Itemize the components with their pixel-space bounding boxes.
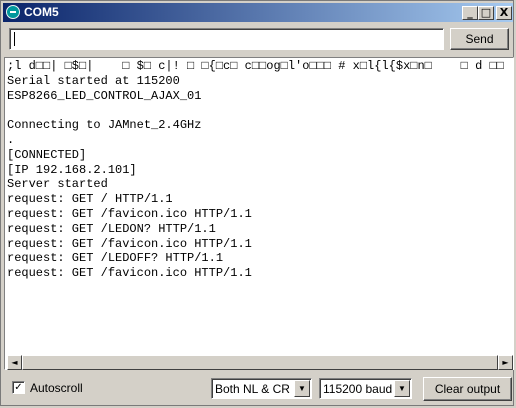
send-button[interactable]: Send (450, 28, 509, 50)
minimize-button[interactable]: _ (462, 6, 478, 20)
line-ending-value: Both NL & CR (215, 382, 290, 396)
output-line: request: GET /favicon.ico HTTP/1.1 (7, 206, 252, 221)
output-line: Connecting to JAMnet_2.4GHz (7, 118, 202, 133)
close-button[interactable]: X (496, 6, 512, 20)
output-line: request: GET /favicon.ico HTTP/1.1 (7, 266, 252, 281)
arduino-icon (6, 5, 20, 19)
baud-rate-value: 115200 baud (323, 382, 393, 396)
output-line: request: GET /LEDOFF? HTTP/1.1 (7, 251, 224, 266)
serial-input[interactable] (9, 28, 444, 50)
output-line: ESP8266_LED_CONTROL_AJAX_01 (7, 88, 202, 103)
baud-rate-select[interactable]: 115200 baud ▼ (319, 378, 412, 399)
output-line: . (7, 132, 15, 147)
bottom-toolbar: ✓ Autoscroll Both NL & CR ▼ 115200 baud … (1, 373, 515, 405)
serial-monitor-window: COM5 _ □ X Send ;l d□□| □$□| □ $□ c|! □ … (0, 0, 514, 406)
autoscroll-label[interactable]: Autoscroll (30, 381, 83, 395)
serial-output[interactable]: ;l d□□| □$□| □ $□ c|! □ □{□c□ c□□og□l'o□… (4, 57, 514, 370)
chevron-down-icon[interactable]: ▼ (394, 380, 410, 397)
output-line: [CONNECTED] (7, 147, 87, 162)
scroll-thumb[interactable] (22, 355, 498, 370)
line-ending-select[interactable]: Both NL & CR ▼ (211, 378, 312, 399)
chevron-down-icon[interactable]: ▼ (294, 380, 310, 397)
clear-output-button[interactable]: Clear output (423, 377, 512, 401)
horizontal-scrollbar[interactable]: ◄ ► (7, 355, 513, 370)
output-lines: ;l d□□| □$□| □ $□ c|! □ □{□c□ c□□og□l'o□… (7, 59, 513, 281)
title-bar[interactable]: COM5 _ □ X (3, 3, 513, 22)
output-line: request: GET /favicon.ico HTTP/1.1 (7, 236, 252, 251)
output-line: Server started (7, 177, 108, 192)
scroll-left-icon[interactable]: ◄ (7, 355, 22, 370)
output-line: [IP 192.168.2.101] (7, 162, 137, 177)
output-line: request: GET / HTTP/1.1 (7, 192, 173, 207)
autoscroll-checkbox[interactable]: ✓ (12, 381, 25, 394)
output-line: Serial started at 115200 (7, 73, 180, 88)
maximize-button[interactable]: □ (478, 6, 494, 20)
output-line: ;l d□□| □$□| □ $□ c|! □ □{□c□ c□□og□l'o□… (7, 59, 514, 73)
text-caret (14, 32, 15, 46)
window-title: COM5 (24, 5, 59, 19)
output-line: request: GET /LEDON? HTTP/1.1 (7, 221, 216, 236)
scroll-right-icon[interactable]: ► (498, 355, 513, 370)
